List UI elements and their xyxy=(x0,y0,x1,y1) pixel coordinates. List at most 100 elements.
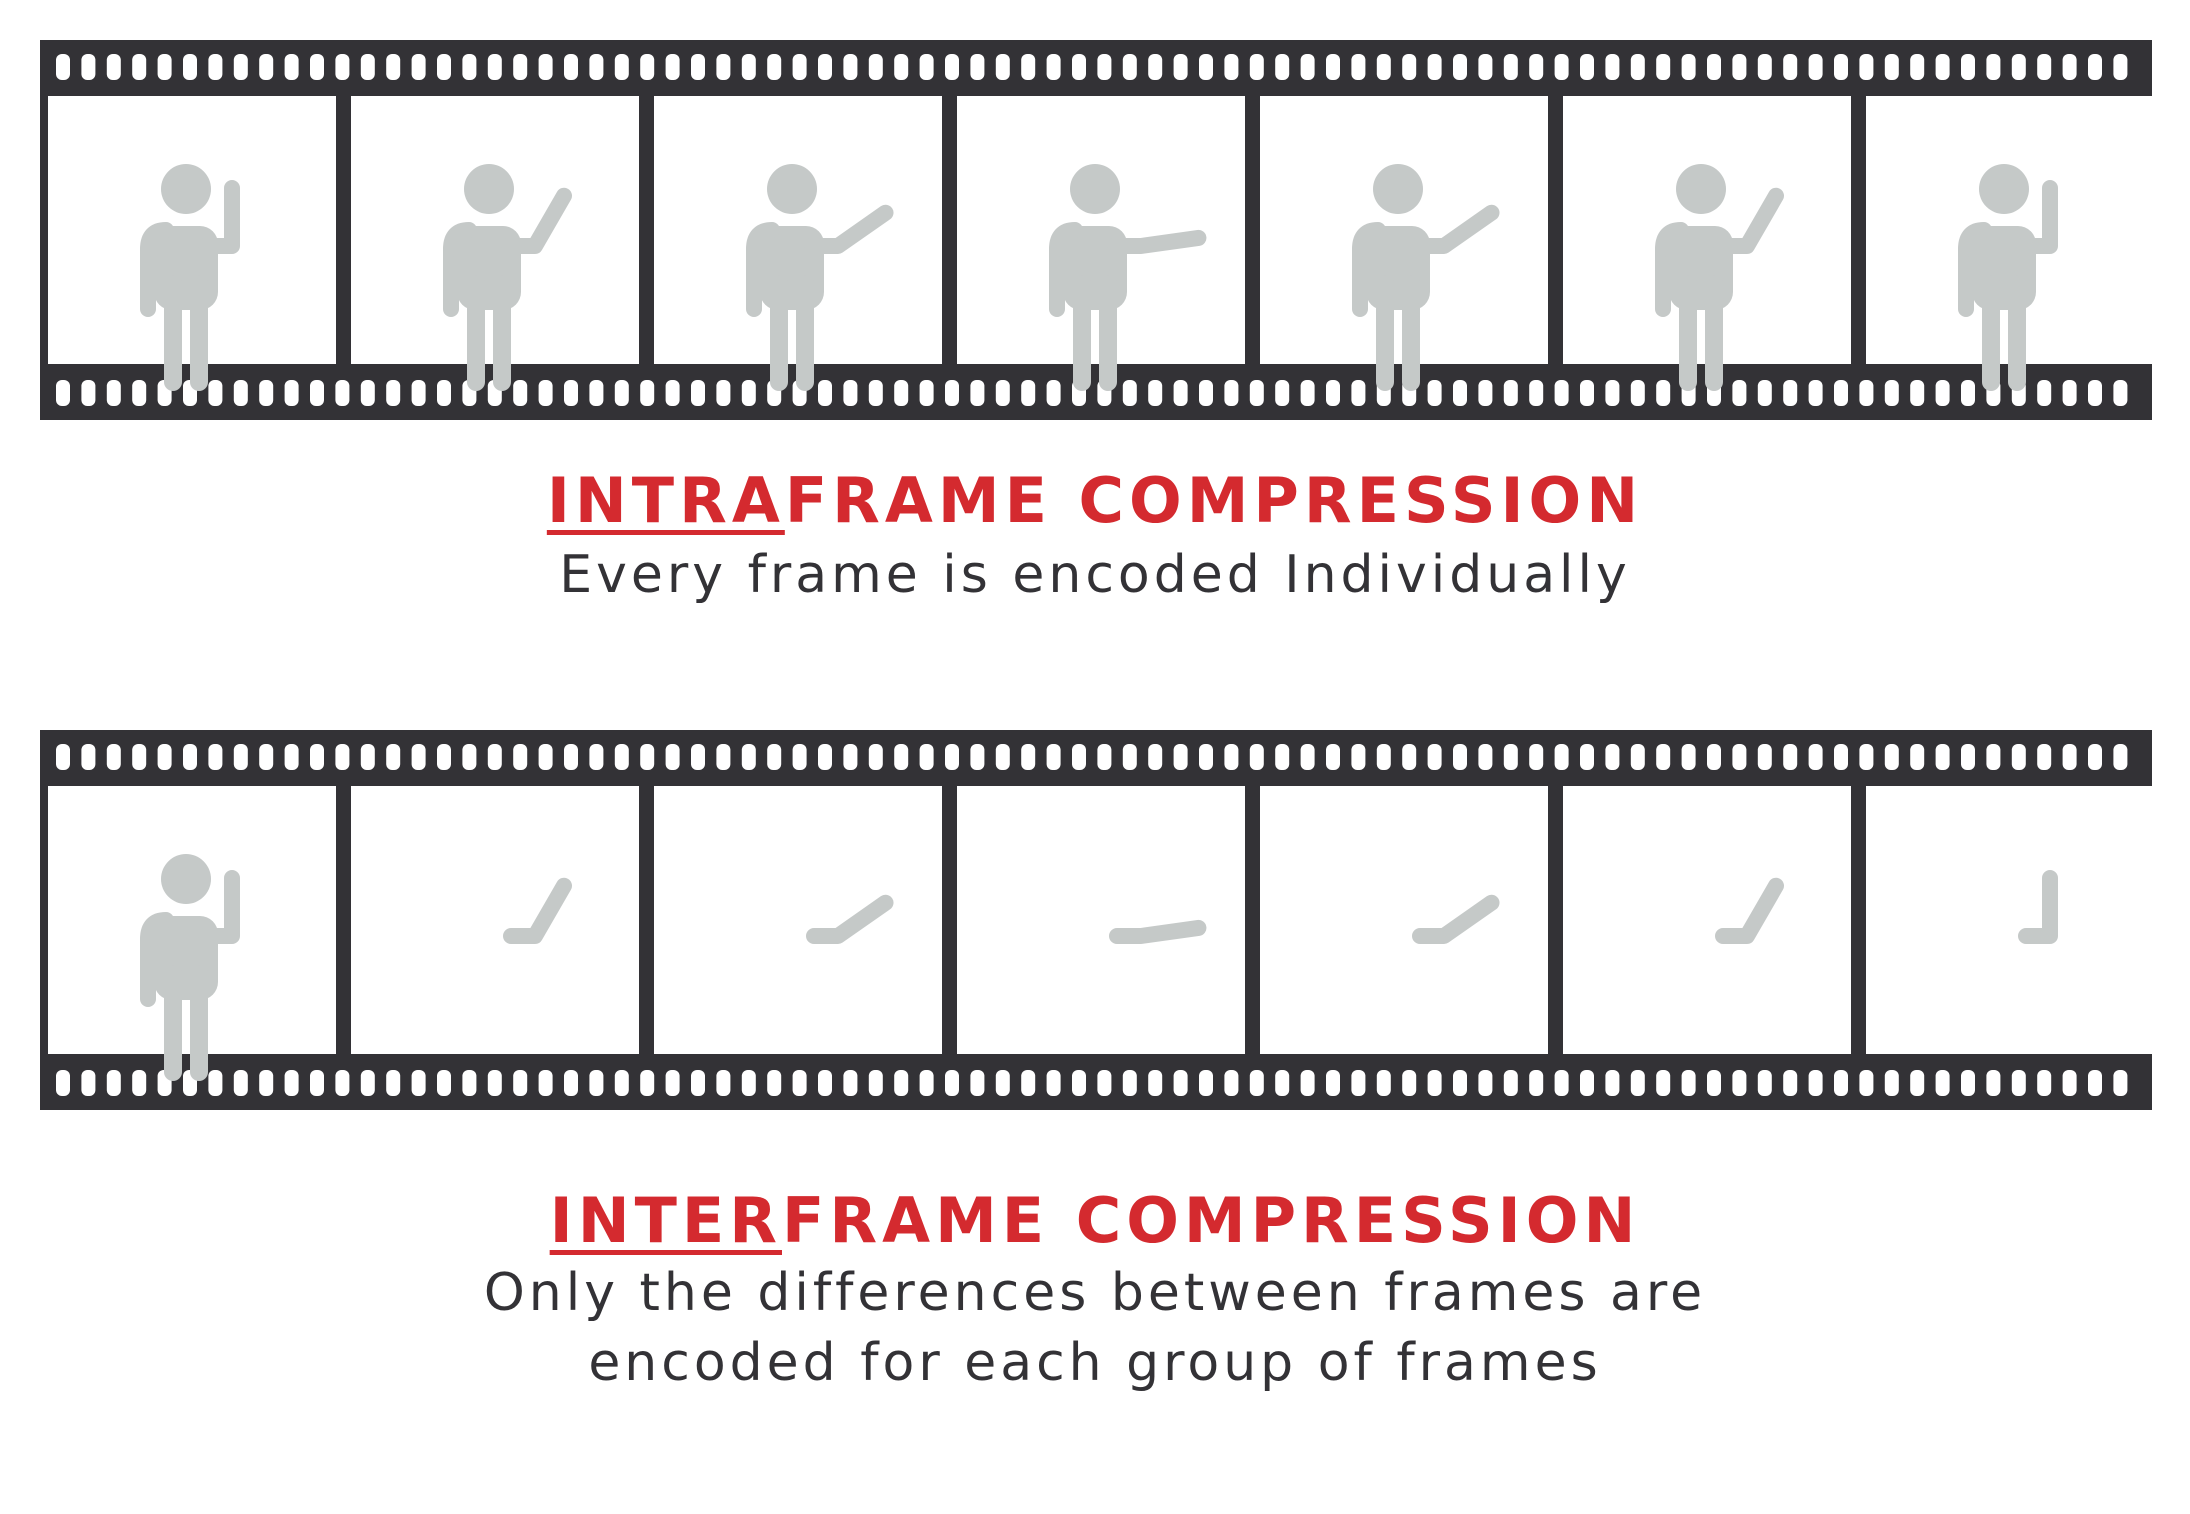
sprocket-hole xyxy=(56,1070,70,1096)
sprocket-hole xyxy=(1148,54,1163,80)
sprocket-hole xyxy=(1072,54,1086,80)
sprocket-hole xyxy=(716,1070,731,1096)
sprocket-hole xyxy=(1656,54,1671,80)
sprocket-hole xyxy=(1783,1070,1798,1096)
sprocket-hole xyxy=(716,744,731,770)
sprocket-hole xyxy=(1732,1070,1747,1096)
sprocket-hole xyxy=(1249,380,1264,406)
sprocket-hole xyxy=(691,744,705,770)
sprocket-hole xyxy=(1249,54,1264,80)
sprocket-hole xyxy=(1910,1070,1925,1096)
sprocket-hole xyxy=(1376,1070,1391,1096)
sprocket-hole xyxy=(1605,1070,1620,1096)
interframe-description-line: encoded for each group of frames xyxy=(588,1333,1602,1393)
sprocket-hole xyxy=(1605,380,1620,406)
figure-head xyxy=(1676,164,1726,214)
sprocket-hole xyxy=(1859,380,1874,406)
sprocket-hole xyxy=(640,54,655,80)
interframe-description: Only the differences between frames are … xyxy=(0,1258,2190,1398)
sprocket-hole xyxy=(1732,380,1747,406)
sprocket-hole xyxy=(665,380,680,406)
sprocket-hole xyxy=(1503,380,1518,406)
sprocket-hole xyxy=(1122,744,1137,770)
sprocket-hole xyxy=(1097,54,1112,80)
sprocket-hole xyxy=(2011,1070,2026,1096)
sprocket-hole xyxy=(1249,1070,1264,1096)
sprocket-hole xyxy=(1783,380,1798,406)
sprocket-hole xyxy=(2037,54,2052,80)
sprocket-hole xyxy=(589,1070,604,1096)
sprocket-hole xyxy=(1427,744,1442,770)
sprocket-hole xyxy=(767,1070,782,1096)
sprocket-hole xyxy=(1453,1070,1467,1096)
sprocket-hole xyxy=(1097,744,1112,770)
sprocket-hole xyxy=(1427,380,1442,406)
sprocket-hole xyxy=(513,380,528,406)
sprocket-hole xyxy=(691,54,705,80)
film-frame xyxy=(957,786,1245,1054)
sprocket-hole xyxy=(818,744,832,770)
sprocket-hole xyxy=(1503,1070,1518,1096)
sprocket-hole xyxy=(487,1070,502,1096)
sprocket-hole xyxy=(995,1070,1010,1096)
intraframe-film-strip xyxy=(40,40,2154,420)
sprocket-hole xyxy=(1935,380,1950,406)
sprocket-hole xyxy=(1122,1070,1137,1096)
sprocket-hole xyxy=(640,1070,655,1096)
sprocket-hole xyxy=(513,744,528,770)
sprocket-hole xyxy=(1605,744,1620,770)
sprocket-hole xyxy=(1630,380,1645,406)
sprocket-hole xyxy=(1173,380,1188,406)
sprocket-hole xyxy=(970,1070,985,1096)
sprocket-hole xyxy=(919,1070,934,1096)
sprocket-hole xyxy=(1808,744,1823,770)
sprocket-hole xyxy=(1046,380,1061,406)
sprocket-hole xyxy=(2037,380,2052,406)
sprocket-hole xyxy=(1808,380,1823,406)
sprocket-hole xyxy=(1326,380,1340,406)
sprocket-hole xyxy=(894,380,909,406)
sprocket-hole xyxy=(1072,744,1086,770)
intraframe-heading-rest: FRAME COMPRESSION xyxy=(784,464,1644,537)
figure-head xyxy=(1373,164,1423,214)
sprocket-hole xyxy=(564,1070,578,1096)
sprocket-hole xyxy=(106,744,121,770)
sprocket-hole xyxy=(411,744,426,770)
film-frame xyxy=(1260,96,1548,391)
sprocket-hole xyxy=(1275,54,1290,80)
film-frame xyxy=(1563,96,1851,391)
sprocket-hole xyxy=(284,744,299,770)
sprocket-hole xyxy=(1122,54,1137,80)
sprocket-hole xyxy=(995,54,1010,80)
sprocket-hole xyxy=(259,54,274,80)
sprocket-hole xyxy=(538,744,553,770)
sprocket-hole xyxy=(894,744,909,770)
sprocket-hole xyxy=(1249,744,1264,770)
sprocket-hole xyxy=(1986,1070,2001,1096)
sprocket-hole xyxy=(970,54,985,80)
sprocket-hole xyxy=(1808,54,1823,80)
sprocket-hole xyxy=(1986,54,2001,80)
sprocket-hole xyxy=(1453,380,1467,406)
sprocket-hole xyxy=(589,54,604,80)
sprocket-hole xyxy=(564,380,578,406)
frame-background xyxy=(1563,786,1851,1054)
sprocket-hole xyxy=(1224,1070,1239,1096)
sprocket-hole xyxy=(919,744,934,770)
sprocket-hole xyxy=(1148,380,1163,406)
sprocket-hole xyxy=(1656,1070,1671,1096)
sprocket-hole xyxy=(1783,54,1798,80)
sprocket-hole xyxy=(1961,1070,1975,1096)
sprocket-hole xyxy=(1884,1070,1899,1096)
figure-head xyxy=(464,164,514,214)
sprocket-hole xyxy=(1427,1070,1442,1096)
sprocket-hole xyxy=(284,54,299,80)
sprocket-hole xyxy=(995,380,1010,406)
sprocket-hole xyxy=(1503,54,1518,80)
sprocket-hole xyxy=(1326,1070,1340,1096)
sprocket-hole xyxy=(335,744,350,770)
sprocket-hole xyxy=(1351,744,1366,770)
sprocket-hole xyxy=(868,1070,883,1096)
sprocket-hole xyxy=(1834,744,1848,770)
sprocket-hole xyxy=(1097,1070,1112,1096)
